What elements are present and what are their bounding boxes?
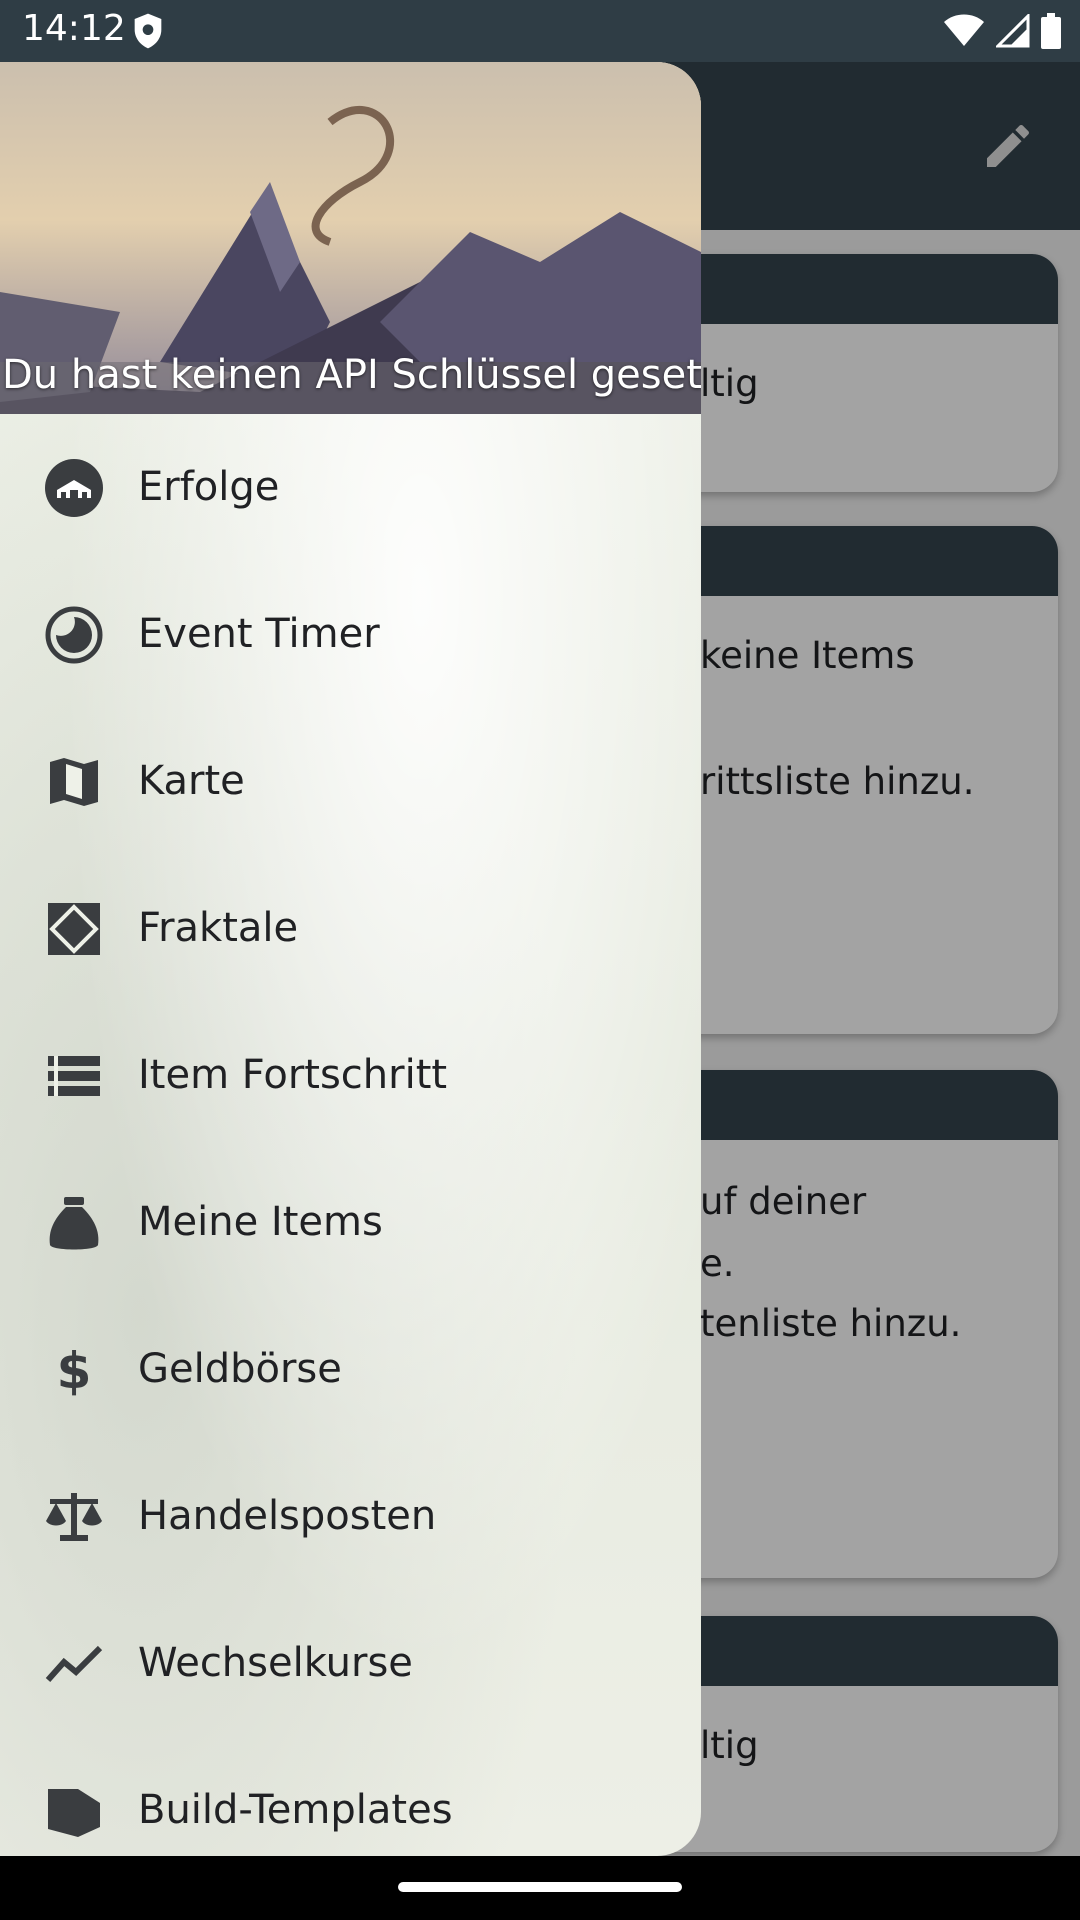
home-gesture-handle[interactable] — [398, 1882, 682, 1892]
fractal-icon — [48, 903, 100, 955]
dollar-icon: $ — [57, 1342, 92, 1400]
drawer-menu: Erfolge Event Timer Karte Fraktale Item … — [0, 414, 701, 1856]
menu-item-label: Handelsposten — [138, 1493, 437, 1539]
scale-icon — [46, 1493, 102, 1541]
battery-icon — [1041, 13, 1061, 49]
api-key-notice: Du hast keinen API Schlüssel gesetzt. — [2, 352, 701, 398]
template-icon — [48, 1789, 100, 1837]
menu-item-label: Fraktale — [138, 905, 299, 951]
menu-item-label: Wechselkurse — [138, 1640, 413, 1686]
menu-item-erfolge[interactable]: Erfolge — [0, 414, 701, 561]
menu-item-label: Geldbörse — [138, 1346, 342, 1392]
achievement-icon — [45, 459, 103, 517]
signal-icon — [996, 14, 1030, 48]
menu-item-wechselkurse[interactable]: Wechselkurse — [0, 1590, 701, 1737]
status-time: 14:12 — [22, 8, 126, 49]
menu-item-build-templates[interactable]: Build-Templates — [0, 1737, 701, 1856]
navigation-bar — [0, 1856, 1080, 1920]
menu-item-fraktale[interactable]: Fraktale — [0, 855, 701, 1002]
menu-item-handelsposten[interactable]: Handelsposten — [0, 1443, 701, 1590]
navigation-drawer: Du hast keinen API Schlüssel gesetzt. Er… — [0, 62, 701, 1856]
list-icon — [48, 1056, 100, 1096]
menu-item-label: Karte — [138, 758, 245, 804]
svg-text:$: $ — [57, 1342, 92, 1400]
trend-icon — [45, 1645, 103, 1682]
menu-item-label: Event Timer — [138, 611, 380, 657]
timer-icon — [45, 606, 103, 664]
status-bar: 14:12 — [0, 0, 1080, 62]
drawer-header: Du hast keinen API Schlüssel gesetzt. — [0, 62, 701, 414]
menu-item-label: Erfolge — [138, 464, 280, 510]
map-icon — [50, 758, 98, 806]
menu-item-label: Item Fortschritt — [138, 1052, 448, 1098]
menu-item-karte[interactable]: Karte — [0, 708, 701, 855]
menu-item-geldboerse[interactable]: $ Geldbörse — [0, 1296, 701, 1443]
shield-icon — [134, 13, 162, 49]
menu-item-meine-items[interactable]: Meine Items — [0, 1149, 701, 1296]
bag-icon — [49, 1197, 99, 1250]
menu-item-label: Build-Templates — [138, 1787, 453, 1833]
wifi-icon — [944, 14, 984, 46]
menu-item-label: Meine Items — [138, 1199, 383, 1245]
menu-item-item-fortschritt[interactable]: Item Fortschritt — [0, 1002, 701, 1149]
menu-item-event-timer[interactable]: Event Timer — [0, 561, 701, 708]
